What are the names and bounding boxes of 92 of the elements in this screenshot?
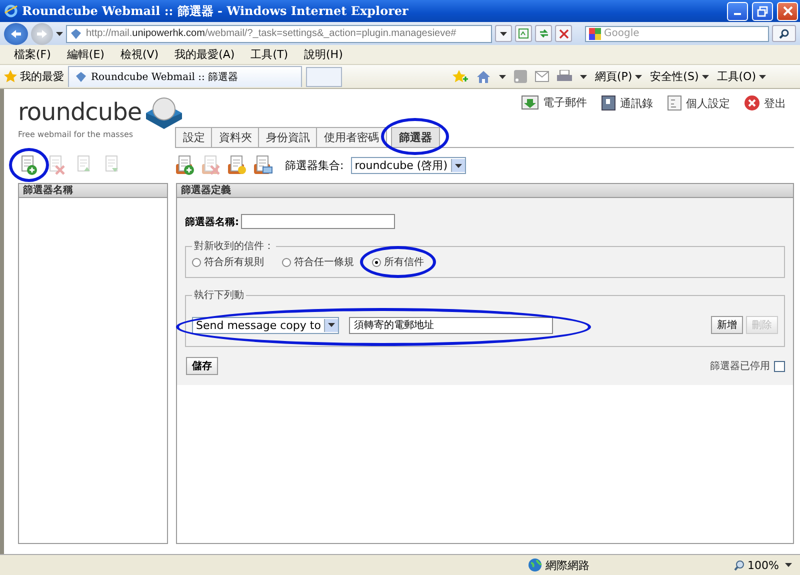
nav-link[interactable]: 登出 [744, 95, 786, 111]
radio-button[interactable] [372, 258, 381, 266]
browser-tab[interactable]: Roundcube Webmail :: 篩選器 [68, 66, 302, 87]
action-select[interactable]: Send message copy to [192, 316, 339, 334]
add-document-icon[interactable] [175, 154, 197, 176]
command-menu[interactable]: 網頁(P) [594, 69, 642, 84]
window-title: Roundcube Webmail :: 篩選器 - Windows Internet Explorer [22, 2, 410, 20]
settings-tab[interactable]: 設定 [175, 127, 213, 147]
back-button[interactable] [4, 22, 28, 44]
menu-item[interactable]: 檢視(V) [120, 47, 159, 62]
minimize-button[interactable] [727, 2, 748, 20]
close-icon [744, 95, 760, 111]
target-address-field[interactable]: 須轉寄的電郵地址 [348, 316, 553, 334]
nav-link[interactable]: 個人設定 [667, 95, 730, 111]
menu-item[interactable]: 說明(H) [304, 47, 343, 62]
add-button[interactable]: 新增 [711, 316, 743, 334]
zoom-caret-icon [785, 563, 792, 567]
menu-item[interactable]: 編輯(E) [66, 47, 104, 62]
address-dropdown-button[interactable] [495, 25, 512, 42]
new-tab-button[interactable] [306, 66, 342, 86]
radio-option[interactable]: 符合任一條規 [282, 255, 354, 269]
radio-option[interactable]: 所有信件 [372, 255, 424, 269]
dot-document-icon[interactable] [227, 154, 249, 176]
settings-tab[interactable]: 篩選器 [391, 127, 440, 147]
close-button[interactable] [777, 2, 798, 20]
mail-icon[interactable] [534, 71, 549, 82]
logo-tagline: Free webmail for the masses [18, 130, 134, 139]
caret-icon [702, 74, 709, 78]
history-caret-icon [56, 32, 63, 36]
stop-button[interactable] [555, 25, 572, 42]
printer-icon[interactable] [556, 70, 572, 83]
save-button[interactable]: 儲存 [186, 357, 218, 375]
filter-name-field[interactable] [241, 214, 395, 229]
refresh-icon [538, 28, 550, 39]
settings-tab[interactable]: 資料夾 [211, 127, 260, 147]
star-icon [4, 70, 17, 83]
checkbox-label: 篩選器已停用 [710, 360, 770, 373]
settings-tab[interactable]: 身份資訊 [258, 127, 318, 147]
logo-text: roundcube [18, 101, 142, 123]
caret-icon [500, 32, 507, 36]
settings-tab[interactable]: 使用者密碼 [316, 127, 387, 147]
maximize-button[interactable] [752, 2, 773, 20]
zoom-icon [734, 560, 745, 570]
home-icon[interactable] [476, 70, 491, 84]
fieldset-legend: 對新收到的信件： [192, 239, 276, 253]
panel-header: 篩選器名稱 [19, 184, 167, 198]
feed-icon[interactable] [514, 70, 527, 83]
stop-icon [558, 28, 568, 38]
page-icon [70, 28, 82, 40]
caret-icon [759, 74, 766, 78]
radio-button[interactable] [192, 258, 201, 266]
command-menu[interactable]: 安全性(S) [650, 69, 709, 84]
command-menu[interactable]: 工具(O) [716, 69, 766, 84]
caret-icon [498, 74, 506, 78]
menu-item[interactable]: 工具(T) [250, 47, 288, 62]
radio-button[interactable] [282, 258, 291, 266]
favorites-button[interactable]: 我的最愛 [4, 69, 64, 84]
close-icon [782, 6, 792, 16]
radio-option[interactable]: 符合所有規則 [192, 255, 264, 269]
caret-icon [635, 74, 642, 78]
restore-icon [757, 6, 768, 16]
fieldset-legend: 執行下列動 [192, 288, 246, 302]
add-favorite-icon[interactable] [452, 70, 468, 84]
field-label: 篩選器名稱: [185, 216, 239, 228]
search-button[interactable] [772, 25, 796, 42]
menu-item[interactable]: 我的最愛(A) [174, 47, 235, 62]
export-document-icon[interactable] [253, 154, 275, 176]
browser-logo-icon [4, 4, 18, 18]
back-arrow-icon [10, 28, 22, 38]
page-icon [75, 71, 87, 83]
dropdown-caret-icon [454, 164, 462, 168]
globe-icon [528, 558, 542, 572]
security-zone: 網際網路 [528, 558, 728, 572]
panel-header: 篩選器定義 [177, 184, 793, 198]
search-icon [779, 28, 789, 38]
dropdown-caret-icon [328, 323, 335, 327]
caret-icon [580, 74, 587, 78]
filter-set-label: 篩選器集合: [285, 158, 344, 173]
forward-arrow-icon [36, 28, 48, 38]
zoom-level[interactable]: 100% [734, 558, 779, 572]
search-field[interactable]: Google [585, 26, 769, 42]
checkbox[interactable] [774, 360, 785, 372]
minimize-icon [734, 13, 741, 15]
mail-icon [521, 95, 539, 110]
address-field[interactable]: http://mail.unipowerhk.com/webmail/?_task=settings&_action=plugin.managesieve# [66, 24, 492, 42]
refresh-button[interactable] [535, 25, 552, 42]
filter-set-select[interactable]: roundcube (啓用) [350, 157, 466, 174]
nav-link[interactable]: 電子郵件 [521, 95, 587, 110]
compatibility-icon [518, 28, 529, 39]
nav-link[interactable]: 通訊錄 [601, 95, 653, 111]
url-text: http://mail.unipowerhk.com/webmail/?_task=settings&_action=plugin.managesieve# [86, 28, 456, 39]
menu-item[interactable]: 檔案(F) [14, 47, 51, 62]
